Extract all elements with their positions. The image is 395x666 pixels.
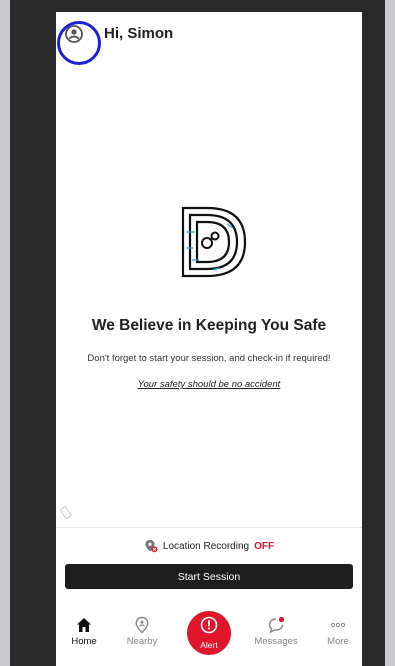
reminder-text: Don't forget to start your session, and … (87, 353, 331, 364)
left-frame (0, 0, 10, 666)
nav-nearby-label: Nearby (126, 636, 158, 647)
nav-home[interactable]: Home (56, 616, 112, 647)
app-header: Hi, Simon (56, 12, 362, 65)
greeting-text: Hi, Simon (104, 25, 174, 42)
nav-more-label: More (327, 636, 349, 647)
location-recording-label: Location Recording (162, 540, 250, 552)
app-screen: Hi, Simon We Believe in Keeping You Safe… (56, 12, 362, 666)
nav-nearby[interactable]: Nearby (114, 616, 170, 647)
location-off-icon (144, 539, 158, 553)
nav-more[interactable]: More (310, 616, 366, 647)
home-icon (75, 616, 93, 634)
location-recording-state: OFF (254, 540, 275, 552)
location-recording-status: Location Recording OFF (56, 539, 362, 553)
nav-messages-label: Messages (254, 636, 298, 647)
alert-icon (200, 616, 218, 639)
divider (56, 527, 362, 528)
motto-text: Your safety should be no accident (137, 379, 281, 390)
alert-button[interactable]: Alert (187, 611, 231, 655)
message-icon (267, 616, 285, 634)
highlight-circle (57, 21, 101, 65)
start-session-button[interactable]: Start Session (65, 564, 353, 589)
profile-icon[interactable] (57, 21, 101, 65)
nav-home-label: Home (71, 636, 97, 647)
more-icon (329, 616, 347, 634)
right-frame (385, 0, 395, 666)
tagline: We Believe in Keeping You Safe (91, 317, 327, 334)
alert-label: Alert (200, 640, 218, 650)
bottom-nav: Home Nearby Alert Messages More (56, 608, 362, 666)
rotate-screen-icon[interactable] (59, 506, 73, 520)
app-logo (173, 202, 251, 282)
location-pin-icon (133, 616, 151, 634)
nav-messages[interactable]: Messages (248, 616, 304, 647)
